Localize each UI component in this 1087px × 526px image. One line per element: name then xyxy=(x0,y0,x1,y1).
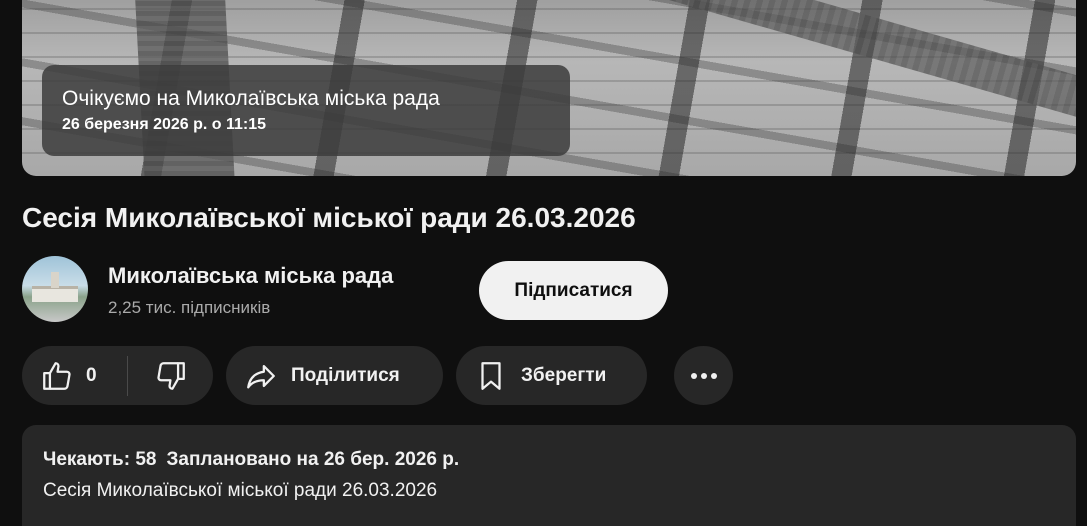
channel-name[interactable]: Миколаївська міська рада xyxy=(108,263,393,289)
more-horizontal-icon xyxy=(690,372,718,380)
subscriber-count: 2,25 тис. підписників xyxy=(108,298,271,317)
description-meta: Чекають: 58 Заплановано на 26 бер. 2026 р… xyxy=(43,449,1055,471)
scheduled-date: Заплановано на 26 бер. 2026 р. xyxy=(166,449,460,470)
avatar-building-shape xyxy=(32,286,78,302)
subscribe-button[interactable]: Підписатися xyxy=(479,261,668,320)
video-title: Сесія Миколаївської міської ради 26.03.2… xyxy=(22,202,636,233)
waiting-count: Чекають: 58 xyxy=(43,449,157,470)
premiere-scheduled-datetime: 26 березня 2026 р. о 11:15 xyxy=(62,116,267,133)
video-player[interactable]: Очікуємо на Миколаївська міська рада 26 … xyxy=(22,0,1076,176)
thumbs-down-icon xyxy=(154,359,188,393)
description-box[interactable]: Чекають: 58 Заплановано на 26 бер. 2026 р… xyxy=(22,425,1076,526)
share-button[interactable]: Поділитися xyxy=(226,346,443,405)
thumbs-up-icon xyxy=(40,359,74,393)
save-button[interactable]: Зберегти xyxy=(456,346,647,405)
description-text: Сесія Миколаївської міської ради 26.03.2… xyxy=(43,480,438,501)
dislike-button[interactable] xyxy=(128,346,213,405)
avatar-tower-shape xyxy=(51,272,59,288)
channel-avatar[interactable] xyxy=(22,256,88,322)
more-actions-button[interactable] xyxy=(674,346,733,405)
bookmark-icon xyxy=(474,359,508,393)
share-label: Поділитися xyxy=(291,364,400,386)
like-dislike-group: 0 xyxy=(22,346,213,405)
premiere-waiting-title: Очікуємо на Миколаївська міська рада xyxy=(62,87,440,110)
thumbnail-pavement-diagonal xyxy=(646,0,1076,137)
premiere-overlay: Очікуємо на Миколаївська міська рада 26 … xyxy=(42,65,570,156)
share-arrow-icon xyxy=(244,359,278,393)
save-label: Зберегти xyxy=(521,364,607,386)
like-count: 0 xyxy=(86,364,97,386)
like-button[interactable]: 0 xyxy=(22,346,127,405)
